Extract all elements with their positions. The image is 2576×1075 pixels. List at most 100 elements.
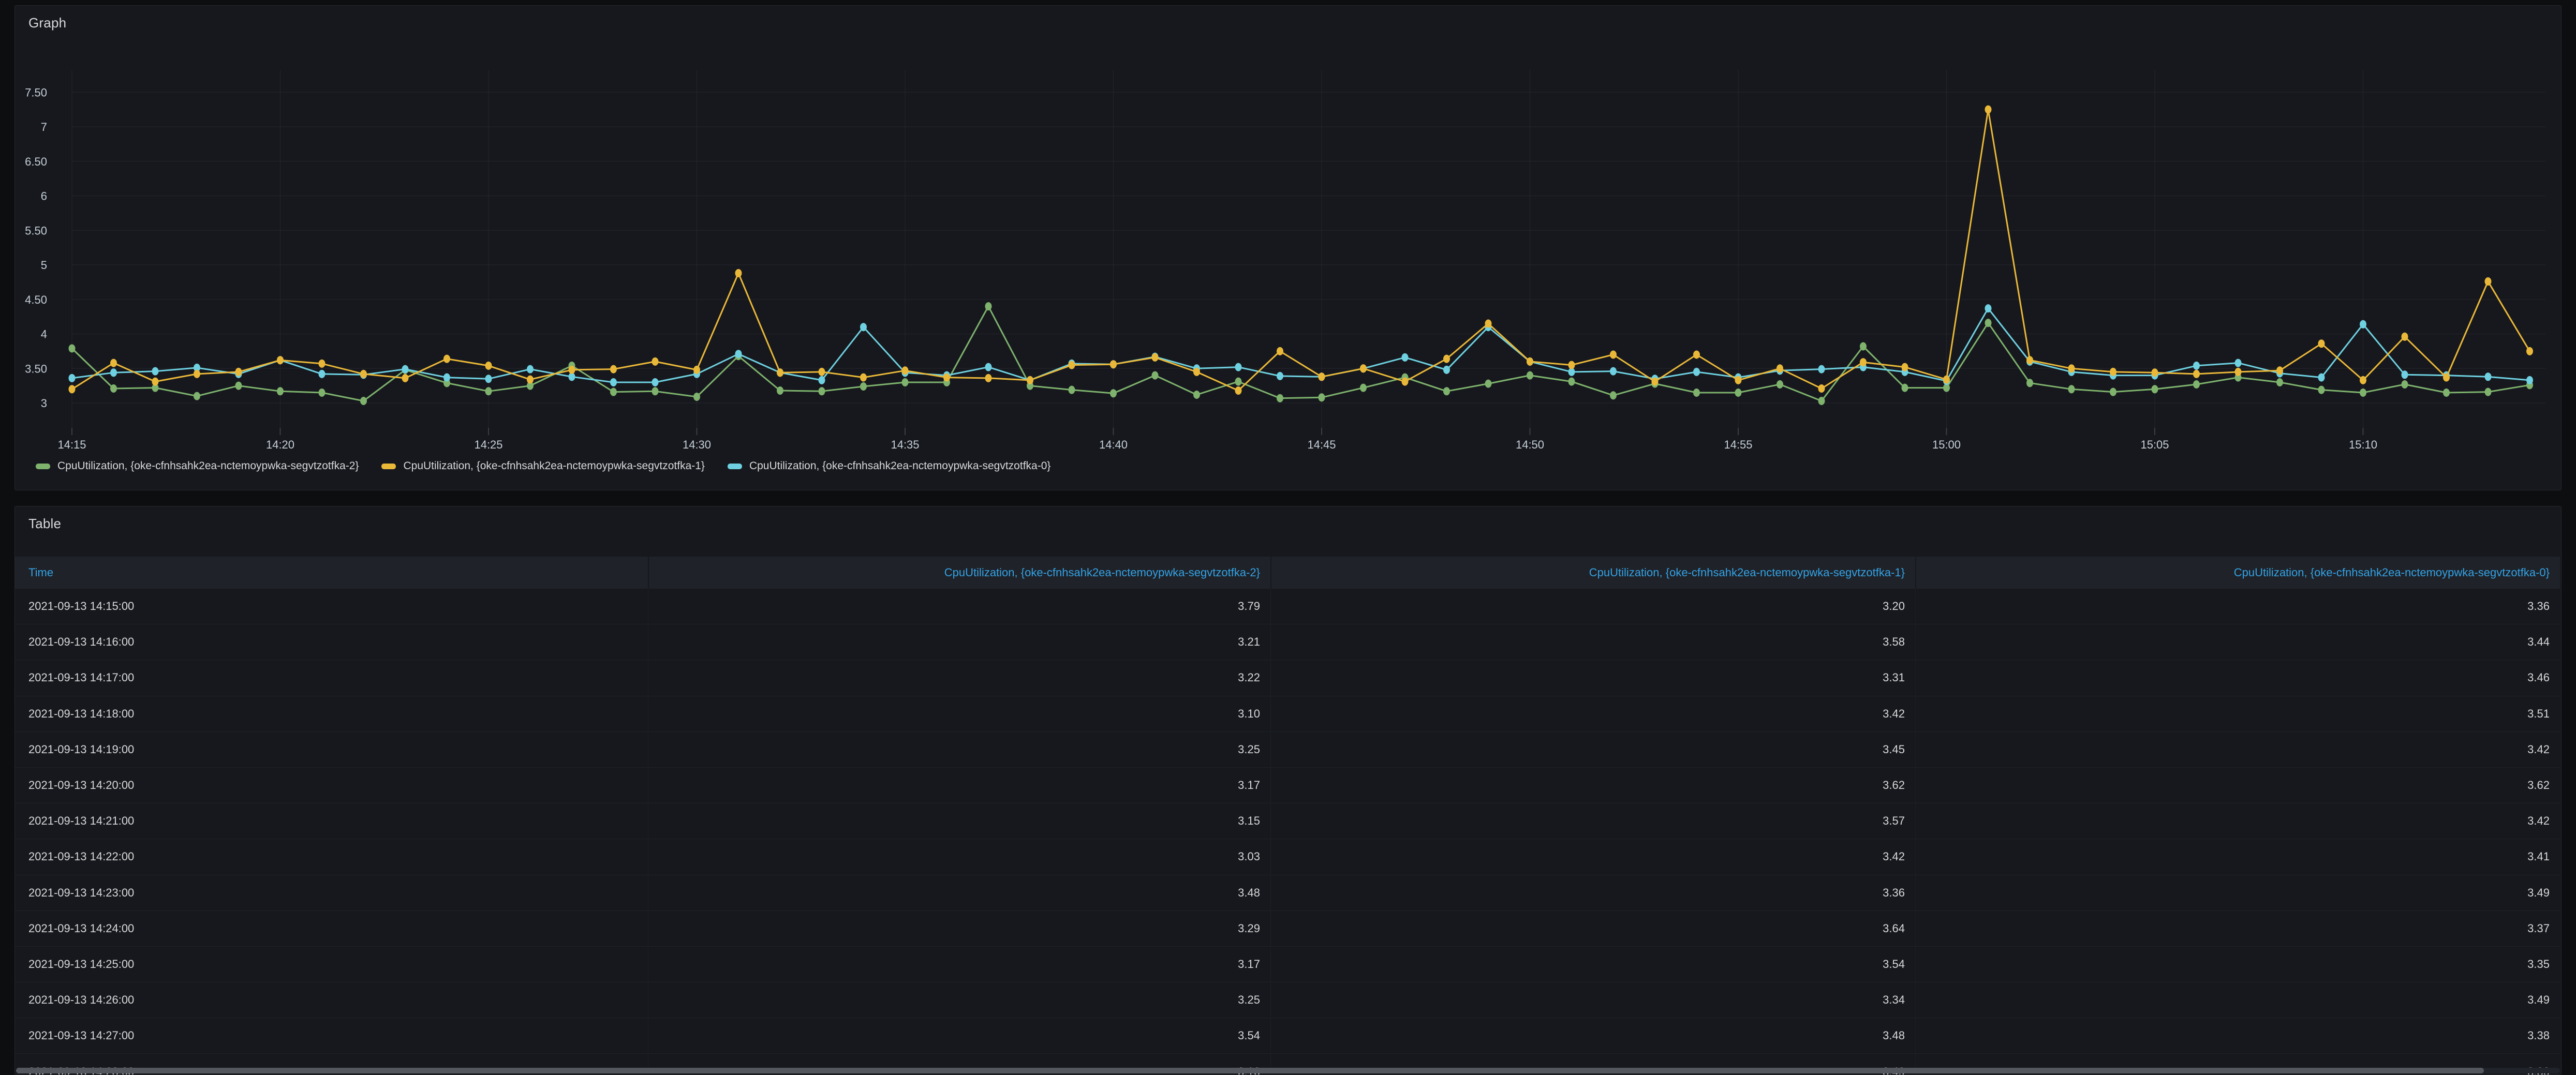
y-axis-tick-label: 3 [41, 397, 47, 410]
data-point [1985, 106, 1992, 114]
table-row: 2021-09-13 14:15:003.793.203.36 [15, 589, 2560, 624]
data-point [943, 374, 950, 382]
table-row: 2021-09-13 14:27:003.543.483.38 [15, 1018, 2560, 1054]
legend-swatch-icon [36, 464, 50, 469]
data-point [735, 269, 742, 277]
data-point [443, 374, 450, 382]
data-point [1069, 361, 1075, 369]
legend-label: CpuUtilization, {oke-cfnhsahk2ea-nctemoy… [57, 460, 359, 472]
cell-value: 3.31 [1270, 660, 1915, 695]
data-point [1235, 378, 1242, 386]
cell-value: 3.36 [1915, 589, 2560, 624]
data-point [319, 370, 325, 378]
cell-time: 2021-09-13 14:17:00 [15, 660, 648, 695]
data-point [2402, 380, 2408, 389]
data-point [1402, 353, 1409, 362]
data-point [819, 387, 825, 395]
cell-value: 3.49 [1915, 875, 2560, 910]
data-point [69, 374, 76, 382]
cell-value: 3.22 [648, 660, 1270, 695]
cell-value: 3.48 [1270, 1018, 1915, 1053]
data-point [110, 359, 117, 367]
data-point [1527, 371, 1533, 380]
data-point [1193, 368, 1200, 376]
data-point [1443, 387, 1450, 395]
data-point [2110, 368, 2116, 376]
legend-item[interactable]: CpuUtilization, {oke-cfnhsahk2ea-nctemoy… [36, 460, 359, 472]
data-point [985, 363, 992, 371]
data-point [652, 357, 659, 366]
data-point [1610, 391, 1617, 399]
data-point [1693, 351, 1700, 359]
data-point [194, 370, 200, 378]
data-point [860, 374, 867, 382]
data-point [985, 374, 992, 382]
cell-time: 2021-09-13 14:19:00 [15, 732, 648, 767]
table-row: 2021-09-13 14:25:003.173.543.35 [15, 947, 2560, 982]
time-series-plot[interactable]: 33.5044.5055.5066.5077.5014:1514:2014:25… [15, 6, 2561, 490]
data-point [2485, 277, 2492, 286]
data-point [1568, 378, 1575, 386]
y-axis-tick-label: 7 [41, 121, 47, 133]
y-axis-tick-label: 4 [41, 328, 47, 341]
data-point [235, 368, 242, 376]
x-axis-tick-label: 14:40 [1099, 438, 1128, 451]
data-point [2068, 385, 2075, 393]
data-point [2402, 370, 2408, 379]
data-point [1277, 372, 1283, 380]
cell-time: 2021-09-13 14:25:00 [15, 947, 648, 982]
data-point [1610, 351, 1617, 359]
x-axis-tick-label: 14:50 [1516, 438, 1544, 451]
data-point [2443, 389, 2450, 397]
cell-time: 2021-09-13 14:21:00 [15, 803, 648, 839]
data-point [402, 365, 409, 374]
column-header-series-0[interactable]: CpuUtilization, {oke-cfnhsahk2ea-nctemoy… [1915, 557, 2560, 589]
data-point [2026, 356, 2033, 364]
cell-value: 3.48 [648, 875, 1270, 910]
cell-time: 2021-09-13 14:15:00 [15, 589, 648, 624]
data-point [2235, 368, 2242, 376]
graph-panel-title[interactable]: Graph [28, 15, 66, 31]
table-row: 2021-09-13 14:24:003.293.643.37 [15, 911, 2560, 947]
data-point [2360, 320, 2366, 329]
data-point [1985, 304, 1992, 312]
cell-value: 3.64 [1270, 911, 1915, 946]
data-point [69, 345, 76, 353]
table-row: 2021-09-13 14:20:003.173.623.62 [15, 768, 2560, 803]
data-point [2360, 389, 2366, 397]
cell-value: 3.51 [1915, 696, 2560, 731]
data-point [1902, 384, 1908, 392]
data-point [1277, 347, 1283, 355]
data-point [860, 323, 867, 331]
column-header-time[interactable]: Time [15, 557, 648, 589]
data-point [319, 389, 325, 397]
x-axis-tick-label: 15:05 [2140, 438, 2169, 451]
horizontal-scrollbar[interactable] [16, 1068, 2560, 1073]
legend-item[interactable]: CpuUtilization, {oke-cfnhsahk2ea-nctemoy… [728, 460, 1050, 472]
data-point [1610, 367, 1617, 376]
data-point [2526, 347, 2533, 355]
cell-value: 3.62 [1915, 768, 2560, 803]
data-point [1693, 389, 1700, 397]
legend-item[interactable]: CpuUtilization, {oke-cfnhsahk2ea-nctemoy… [381, 460, 704, 472]
cell-time: 2021-09-13 14:23:00 [15, 875, 648, 910]
column-header-series-2[interactable]: CpuUtilization, {oke-cfnhsahk2ea-nctemoy… [648, 557, 1270, 589]
scrollbar-thumb[interactable] [16, 1068, 2484, 1073]
data-point [2193, 380, 2200, 389]
cell-value: 3.46 [1915, 660, 2560, 695]
y-axis-tick-label: 6 [41, 190, 47, 203]
data-point [1652, 378, 1659, 386]
cell-value: 3.38 [1915, 1018, 2560, 1053]
data-point [1443, 366, 1450, 374]
table-panel-title[interactable]: Table [28, 516, 61, 532]
data-point [1776, 380, 1783, 389]
cell-value: 3.34 [1270, 982, 1915, 1018]
data-point [402, 374, 409, 382]
x-axis-tick-label: 14:35 [891, 438, 919, 451]
column-header-series-1[interactable]: CpuUtilization, {oke-cfnhsahk2ea-nctemoy… [1270, 557, 1915, 589]
cell-value: 3.62 [1270, 768, 1915, 803]
cell-value: 3.37 [1915, 911, 2560, 946]
data-point [1110, 360, 1117, 368]
cell-value: 3.42 [1270, 696, 1915, 731]
data-point [1943, 376, 1950, 384]
